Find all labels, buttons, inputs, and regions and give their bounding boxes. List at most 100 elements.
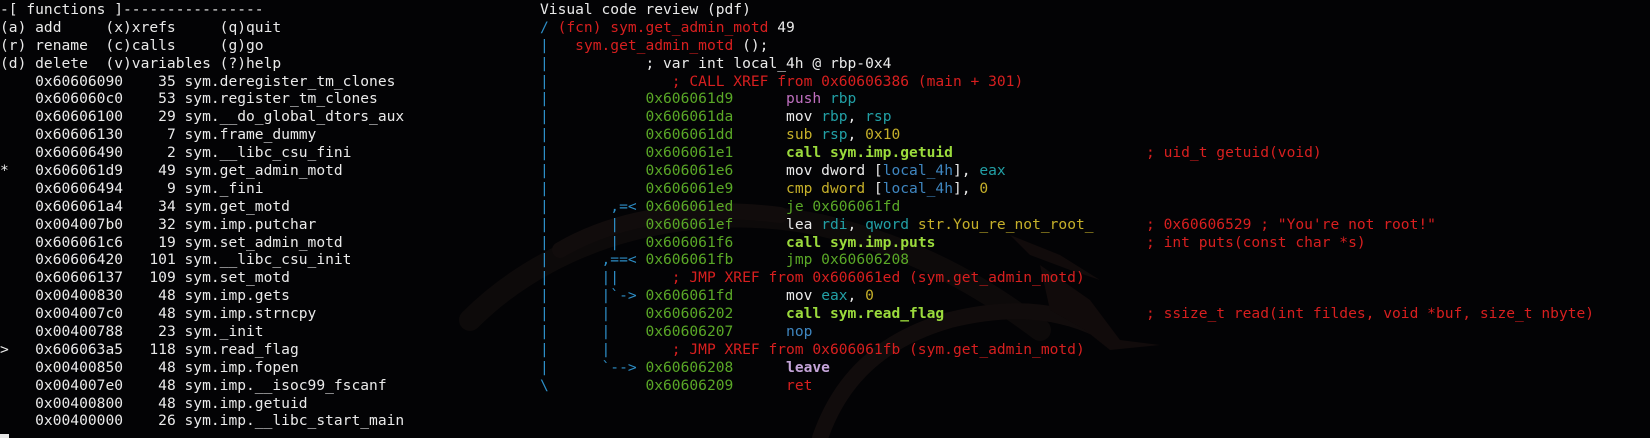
function-list-item[interactable]: > 0x606063a5 118 sym.read_flag	[0, 341, 540, 359]
function-list-item[interactable]: 0x60606130 7 sym.frame_dummy	[0, 126, 540, 144]
function-list-item[interactable]: 0x00400788 23 sym._init	[0, 323, 540, 341]
function-address: 0x60606100	[17, 108, 124, 126]
flow-graph-arrows: /	[540, 18, 558, 36]
function-size: 48	[123, 287, 176, 305]
function-marker	[0, 144, 18, 161]
function-list-item[interactable]: 0x00400850 48 sym.imp.fopen	[0, 359, 540, 377]
function-size: 118	[123, 340, 176, 358]
function-size: 101	[123, 251, 176, 269]
function-address: 0x606063a5	[17, 340, 124, 358]
function-list-item[interactable]: 0x00400000 26 sym.imp.__libc_start_main	[0, 412, 540, 430]
disassembly-line[interactable]: | 0x606061e1 call sym.imp.getuid ; uid_t …	[540, 144, 1650, 162]
disassembly-line[interactable]: | | 0x606061f6 call sym.imp.puts ; int pu…	[540, 234, 1650, 252]
function-list-item[interactable]: 0x60606420 101 sym.__libc_csu_init	[0, 251, 540, 269]
function-list-item[interactable]: 0x60606100 29 sym.__do_global_dtors_aux	[0, 108, 540, 126]
function-list-item[interactable]: 0x004007b0 32 sym.imp.putchar	[0, 216, 540, 234]
disassembly-line[interactable]: / (fcn) sym.get_admin_motd 49	[540, 19, 1650, 37]
functions-help-row: (d) delete (v)variables (?)help	[0, 54, 282, 72]
code-token: 49	[777, 18, 795, 36]
function-marker	[0, 251, 18, 268]
function-marker	[0, 126, 18, 143]
code-token: [	[873, 179, 883, 197]
disassembly-line[interactable]: | ; CALL XREF from 0x60606386 (main + 30…	[540, 73, 1650, 91]
code-token: sub	[786, 126, 822, 144]
code-token: local_4h	[882, 162, 953, 180]
function-list-item[interactable]: 0x60606137 109 sym.set_motd	[0, 269, 540, 287]
terminal-window[interactable]: -[ functions ]---------------- (a) add (…	[0, 0, 1650, 438]
flow-graph-arrows: | |	[540, 215, 646, 233]
code-token: 0	[865, 287, 874, 305]
function-name: sym.register_tm_clones	[175, 90, 378, 108]
code-token: eax	[821, 287, 848, 305]
disassembly-line[interactable]: | 0x606061da mov rbp, rsp	[540, 108, 1650, 126]
disassembly-line[interactable]: | `--> 0x60606208 leave	[540, 359, 1650, 377]
function-marker: >	[0, 340, 18, 358]
code-token: jmp 0x60606208	[786, 251, 910, 269]
function-list[interactable]: 0x60606090 35 sym.deregister_tm_clones 0…	[0, 73, 540, 431]
flow-graph-arrows: | |	[540, 323, 646, 341]
code-token: ; JMP XREF from 0x606061fb (sym.get_admi…	[671, 340, 1085, 358]
function-size: 9	[123, 179, 176, 197]
function-marker	[0, 395, 18, 412]
flow-graph-arrows: |	[540, 162, 646, 180]
disassembly-line[interactable]: | ,=< 0x606061ed je 0x606061fd	[540, 198, 1650, 216]
flow-graph-arrows: | ,==<	[540, 251, 646, 269]
function-size: 49	[123, 162, 176, 180]
disassembly-line[interactable]: | | 0x60606202 call sym.read_flag ; ssize…	[540, 305, 1650, 323]
function-list-item[interactable]: 0x60606494 9 sym._fini	[0, 180, 540, 198]
function-name: sym.imp.__isoc99_fscanf	[175, 376, 387, 394]
disassembly-line[interactable]: | || ; JMP XREF from 0x606061ed (sym.get…	[540, 269, 1650, 287]
function-list-item[interactable]: 0x60606490 2 sym.__libc_csu_fini	[0, 144, 540, 162]
code-token: str.You_re_not_root_	[917, 215, 1094, 233]
function-name: sym.imp.getuid	[175, 394, 308, 412]
flow-graph-arrows: | ,=<	[540, 197, 646, 215]
code-comment: ; ssize_t read(int fildes, void *buf, si…	[1146, 305, 1595, 323]
disassembly-line[interactable]: \ 0x60606209 ret	[540, 377, 1650, 395]
code-token: rdi	[821, 215, 848, 233]
flow-graph-arrows: |	[540, 108, 646, 126]
code-review-panel[interactable]: Visual code review (pdf) / (fcn) sym.get…	[540, 1, 1650, 395]
code-token: 0x10	[865, 126, 901, 144]
code-token: ; var int local_4h @ rbp-0x4	[645, 54, 892, 72]
disassembly-line[interactable]: | | 0x606061ef lea rdi, qword str.You_re…	[540, 216, 1650, 234]
function-list-item[interactable]: 0x004007e0 48 sym.imp.__isoc99_fscanf	[0, 377, 540, 395]
disassembly-line[interactable]: | 0x606061e6 mov dword [local_4h], eax	[540, 162, 1650, 180]
function-list-item[interactable]: 0x004007c0 48 sym.imp.strncpy	[0, 305, 540, 323]
code-token: rsp	[865, 108, 892, 126]
function-name: sym.__libc_csu_fini	[175, 144, 352, 162]
disassembly-line[interactable]: | | ; JMP XREF from 0x606061fb (sym.get_…	[540, 341, 1650, 359]
code-token: ();	[742, 36, 769, 54]
disassembly-line[interactable]: | | 0x60606207 nop	[540, 323, 1650, 341]
disassembly-listing[interactable]: / (fcn) sym.get_admin_motd 49 | sym.get_a…	[540, 19, 1650, 395]
disassembly-line[interactable]: | 0x606061dd sub rsp, 0x10	[540, 126, 1650, 144]
function-list-item[interactable]: 0x60606090 35 sym.deregister_tm_clones	[0, 73, 540, 91]
code-token: 0x606061fd	[645, 287, 734, 305]
function-list-item[interactable]: * 0x606061d9 49 sym.get_admin_motd	[0, 162, 540, 180]
code-token: 0x606061dd	[645, 126, 734, 144]
code-token: ,	[847, 126, 866, 144]
function-size: 109	[123, 269, 176, 287]
function-list-item[interactable]: 0x606061c6 19 sym.set_admin_motd	[0, 234, 540, 252]
function-list-item[interactable]: 0x00400800 48 sym.imp.getuid	[0, 395, 540, 413]
function-name: sym.__libc_csu_init	[175, 251, 352, 269]
disassembly-line[interactable]: | ; var int local_4h @ rbp-0x4	[540, 55, 1650, 73]
code-token: 0x60606207	[645, 323, 734, 341]
functions-panel[interactable]: -[ functions ]---------------- (a) add (…	[0, 1, 540, 430]
disassembly-line[interactable]: | |`-> 0x606061fd mov eax, 0	[540, 287, 1650, 305]
function-size: 48	[123, 394, 176, 412]
disassembly-line[interactable]: | sym.get_admin_motd ();	[540, 37, 1650, 55]
function-address: 0x004007c0	[17, 305, 124, 323]
function-list-item[interactable]: 0x606060c0 53 sym.register_tm_clones	[0, 90, 540, 108]
function-list-item[interactable]: 0x00400830 48 sym.imp.gets	[0, 287, 540, 305]
disassembly-line[interactable]: | 0x606061d9 push rbp	[540, 90, 1650, 108]
flow-graph-arrows: |	[540, 144, 646, 162]
disassembly-line[interactable]: | ,==< 0x606061fb jmp 0x60606208	[540, 251, 1650, 269]
code-token: 0x60606209	[645, 376, 734, 394]
function-name: sym.imp.putchar	[175, 215, 317, 233]
code-token: rsp	[821, 126, 848, 144]
code-token: cmp dword	[786, 179, 874, 197]
flow-graph-arrows: | `-->	[540, 358, 646, 376]
disassembly-line[interactable]: | 0x606061e9 cmp dword [local_4h], 0	[540, 180, 1650, 198]
function-list-item[interactable]: 0x606061a4 34 sym.get_motd	[0, 198, 540, 216]
function-name: sym.set_motd	[175, 269, 290, 287]
